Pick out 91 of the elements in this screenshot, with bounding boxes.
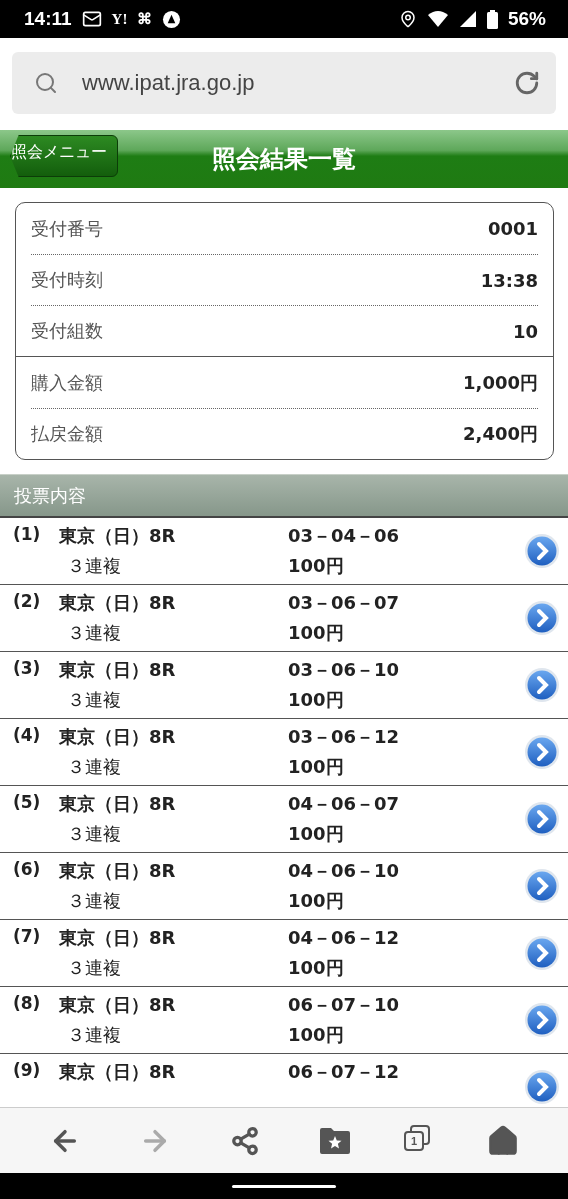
bet-numbers: 04－06－12 [288,926,401,950]
bet-index: (9) [13,1060,42,1082]
chevron-circle-icon[interactable] [524,935,560,971]
bet-amount: 100円 [288,889,345,913]
clock-time: 14:11 [24,8,72,30]
bet-row[interactable]: (6) 東京（日）8R 04－06－10 ３連複 100円 [0,853,568,920]
race-name: 東京（日）8R [59,658,177,682]
bet-amount: 100円 [288,956,345,980]
bet-numbers: 03－06－07 [288,591,401,615]
bet-type: ３連複 [66,621,122,645]
race-name: 東京（日）8R [59,524,177,548]
bet-index: (2) [13,591,42,613]
chevron-circle-icon[interactable] [524,868,560,904]
bet-index: (6) [13,859,42,881]
bet-row[interactable]: (4) 東京（日）8R 03－06－12 ３連複 100円 [0,719,568,786]
race-name: 東京（日）8R [59,792,177,816]
summary-value: 1,000円 [463,370,538,395]
share-icon [230,1125,260,1156]
race-name: 東京（日）8R [59,1060,177,1084]
bet-row[interactable]: (1) 東京（日）8R 03－04－06 ３連複 100円 [0,518,568,585]
summary-label: 受付組数 [31,319,103,343]
bet-numbers: 04－06－07 [288,792,401,816]
url-text: www.ipat.jra.go.jp [82,70,256,96]
bet-numbers: 03－06－10 [288,658,401,682]
section-title: 投票内容 [14,483,86,508]
chevron-circle-icon[interactable] [524,1069,560,1105]
reload-icon[interactable] [514,70,540,96]
address-bar[interactable]: www.ipat.jra.go.jp [12,52,556,114]
summary-label: 払戻金額 [31,422,103,446]
race-name: 東京（日）8R [59,591,177,615]
bet-numbers: 04－06－10 [288,859,401,883]
summary-value: 2,400円 [463,422,538,446]
bet-type: ３連複 [66,889,122,913]
bet-type: ３連複 [66,688,122,712]
bet-index: (1) [13,524,42,546]
summary-value: 10 [512,320,538,342]
bet-index: (4) [13,725,42,747]
bet-amount: 100円 [288,688,345,712]
bet-index: (5) [13,792,42,814]
bet-row[interactable]: (7) 東京（日）8R 04－06－12 ３連複 100円 [0,920,568,987]
summary-label: 受付時刻 [31,268,103,292]
chevron-circle-icon[interactable] [524,667,560,703]
wifi-icon [426,10,449,28]
bet-type: ３連複 [66,956,122,980]
bet-index: (8) [13,993,42,1015]
bet-row[interactable]: (3) 東京（日）8R 03－06－10 ３連複 100円 [0,652,568,719]
race-name: 東京（日）8R [59,725,177,749]
notification-circle-icon [162,9,182,29]
chevron-circle-icon[interactable] [524,533,560,569]
location-icon [398,10,417,28]
bet-index: (3) [13,658,42,680]
bet-type: ３連複 [66,755,122,779]
bet-numbers: 03－04－06 [288,524,401,548]
bet-row[interactable]: (5) 東京（日）8R 04－06－07 ３連複 100円 [0,786,568,853]
home-indicator[interactable] [232,1184,336,1188]
bet-row[interactable]: (2) 東京（日）8R 03－06－07 ３連複 100円 [0,585,568,652]
chevron-circle-icon[interactable] [524,600,560,636]
bet-type: ３連複 [66,822,122,846]
bet-amount: 100円 [288,822,345,846]
summary-value: 0001 [487,218,538,239]
summary-label: 受付番号 [31,216,103,241]
mail-icon [81,9,102,29]
signal-icon [458,10,477,28]
notification-glyph: ⌘ [137,10,153,28]
bet-amount: 100円 [288,1023,345,1047]
chevron-circle-icon[interactable] [524,734,560,770]
bet-amount: 100円 [288,554,345,578]
summary-value: 13:38 [480,269,538,291]
bet-amount: 100円 [288,621,345,645]
bet-numbers: 06－07－10 [288,993,401,1017]
star-folder-icon [319,1126,351,1155]
tabs-button[interactable]: 1 [401,1122,437,1159]
bet-numbers: 03－06－12 [288,725,401,749]
bet-type: ３連複 [66,1023,122,1047]
page-title: 照会結果一覧 [212,144,356,175]
battery-percent: 56% [507,8,546,30]
bet-index: (7) [13,926,42,948]
battery-icon [486,9,498,29]
bet-numbers: 06－07－12 [288,1060,401,1084]
summary-label: 購入金額 [31,370,103,395]
bet-amount: 100円 [288,755,345,779]
race-name: 東京（日）8R [59,859,177,883]
bet-type: ３連複 [66,554,122,578]
home-icon [486,1123,520,1158]
search-icon [34,71,58,95]
race-name: 東京（日）8R [59,993,177,1017]
bet-row[interactable]: (8) 東京（日）8R 06－07－10 ３連複 100円 [0,987,568,1054]
race-name: 東京（日）8R [59,926,177,950]
notification-glyph: Y! [111,10,128,28]
chevron-circle-icon[interactable] [524,1002,560,1038]
chevron-circle-icon[interactable] [524,801,560,837]
